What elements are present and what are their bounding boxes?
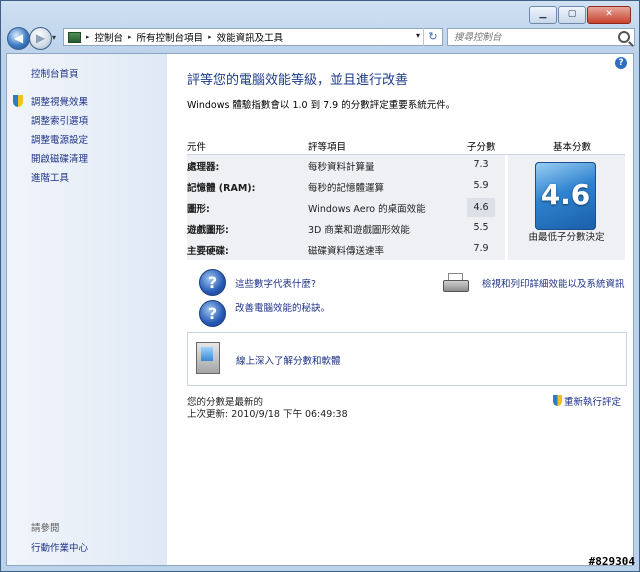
sidebar-item-indexing[interactable]: 調整索引選項 [31,113,88,127]
base-score-value: 4.6 [540,178,591,211]
column-header-subscore: 子分數 [467,142,496,153]
breadcrumb-separator[interactable]: ▸ [128,33,132,41]
column-header-rated: 評等項目 [308,142,347,153]
question-icon: ? [199,269,226,296]
what-mean-link[interactable]: 這些數字代表什麼? [235,276,316,290]
table-row: 記憶體 (RAM): 每秒的記憶體運算 5.9 [187,176,505,197]
help-icon[interactable]: ? [615,57,627,69]
last-update: 上次更新: 2010/9/18 下午 06:49:38 [187,409,348,420]
table-row: 主要硬碟: 磁碟資料傳送速率 7.9 [187,239,505,260]
watermark: #829304 [588,555,635,568]
maximize-button[interactable]: ▢ [558,6,586,24]
subscore: 5.9 [473,180,489,191]
window-controls: ▁ ▢ ✕ [528,6,631,24]
sidebar-item-advanced-tools[interactable]: 進階工具 [31,170,69,184]
breadcrumb-separator[interactable]: ▸ [208,33,212,41]
learn-more-link[interactable]: 線上深入了解分數和軟體 [236,353,341,367]
subscore: 4.6 [467,198,495,217]
table-row: 圖形: Windows Aero 的桌面效能 4.6 [187,197,505,218]
component-name: 處理器: [187,162,220,173]
sidebar-item-disk-cleanup[interactable]: 開啟磁碟清理 [31,151,88,165]
base-score-panel: 4.6 由最低子分數決定 [508,155,625,260]
address-dropdown[interactable]: ▾ [416,31,420,40]
rerun-label[interactable]: 重新執行評定 [564,397,621,408]
breadcrumb-separator[interactable]: ▸ [86,33,90,41]
sidebar-item-home[interactable]: 控制台首頁 [31,66,79,80]
search-box[interactable] [447,28,635,46]
breadcrumb-all-items[interactable]: 所有控制台項目 [137,30,204,44]
subscore: 7.3 [473,159,489,170]
rated-item: 磁碟資料傳送速率 [308,246,385,257]
question-icon: ? [199,300,226,327]
rated-item: 每秒資料計算量 [308,162,375,173]
rated-item: 3D 商業和遊戲圖形效能 [308,225,410,236]
base-score-caption: 由最低子分數決定 [528,232,605,243]
column-header-base: 基本分數 [553,142,592,153]
search-input[interactable] [452,29,606,46]
software-box-icon [196,342,220,374]
shield-icon [552,395,562,406]
column-header-component: 元件 [187,142,207,153]
breadcrumb-performance[interactable]: 效能資訊及工具 [217,30,284,44]
rated-item: Windows Aero 的桌面效能 [308,204,426,215]
table-header: 元件 評等項目 子分數 基本分數 [187,136,625,155]
sidebar-item-visual-effects[interactable]: 調整視覺效果 [31,94,88,108]
component-name: 遊戲圖形: [187,225,229,236]
window: ▁ ▢ ✕ ◀ ▶ ▾ ▸ 控制台 ▸ 所有控制台項目 ▸ 效能資訊及工具 ▾ … [0,0,640,572]
refresh-button[interactable]: ↻ [423,28,442,46]
back-button[interactable]: ◀ [7,27,30,50]
sidebar-item-action-center[interactable]: 行動作業中心 [31,540,88,554]
component-name: 圖形: [187,204,210,215]
forward-button[interactable]: ▶ [29,27,52,50]
breadcrumb-control-panel[interactable]: 控制台 [95,30,124,44]
search-icon[interactable] [618,31,630,43]
subscore: 5.5 [473,222,489,233]
printer-icon [443,273,469,293]
learn-more-box: 線上深入了解分數和軟體 [187,332,627,386]
base-score-badge: 4.6 [535,162,596,230]
main-content: ? 評等您的電腦效能等級，並且進行改善 Windows 體驗指數會以 1.0 到… [167,54,633,565]
component-name: 主要硬碟: [187,246,229,257]
navigation-bar: ◀ ▶ ▾ ▸ 控制台 ▸ 所有控制台項目 ▸ 效能資訊及工具 ▾ ↻ [7,25,635,51]
improve-tips-link[interactable]: 改善電腦效能的秘訣。 [235,300,330,314]
rerun-assessment-link[interactable]: 重新執行評定 [552,394,621,408]
rated-item: 每秒的記憶體運算 [308,183,385,194]
page-description: Windows 體驗指數會以 1.0 到 7.9 的分數評定重要系統元件。 [187,100,456,111]
sidebar-item-power[interactable]: 調整電源設定 [31,132,88,146]
sidebar: 控制台首頁 調整視覺效果 調整索引選項 調整電源設定 開啟磁碟清理 進階工具 請… [7,54,167,565]
view-print-details-link[interactable]: 檢視和列印詳細效能以及系統資訊 [482,276,625,290]
page-title: 評等您的電腦效能等級，並且進行改善 [187,73,409,88]
recent-pages-dropdown[interactable]: ▾ [52,33,56,42]
control-panel-icon [68,31,81,43]
table-row: 遊戲圖形: 3D 商業和遊戲圖形效能 5.5 [187,218,505,239]
table-row: 處理器: 每秒資料計算量 7.3 [187,155,505,176]
minimize-button[interactable]: ▁ [529,6,557,24]
component-name: 記憶體 (RAM): [187,183,256,194]
shield-icon [13,95,23,107]
see-also-heading: 請參閱 [31,523,60,534]
address-bar[interactable]: ▸ 控制台 ▸ 所有控制台項目 ▸ 效能資訊及工具 ▾ ↻ [63,28,443,46]
client-area: 控制台首頁 調整視覺效果 調整索引選項 調整電源設定 開啟磁碟清理 進階工具 請… [6,53,634,566]
score-table: 元件 評等項目 子分數 基本分數 處理器: 每秒資料計算量 7.3 記憶體 (R… [187,136,625,262]
subscore: 7.9 [473,243,489,254]
close-button[interactable]: ✕ [587,6,631,24]
